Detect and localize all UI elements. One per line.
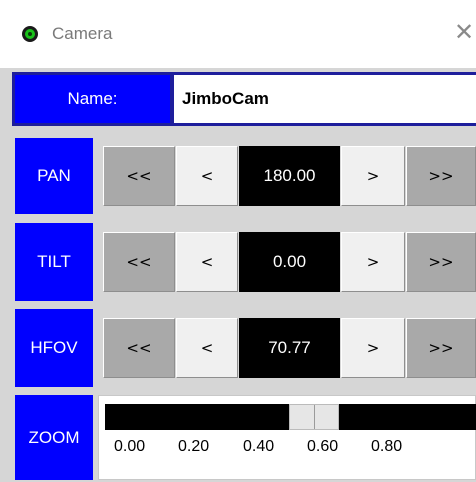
tilt-value: 0.00 [239, 232, 340, 292]
hfov-left-button[interactable]: < [176, 318, 238, 378]
name-label: Name: [15, 75, 170, 123]
camera-app-icon [22, 26, 38, 42]
pan-label: PAN [15, 138, 93, 214]
pan-left-button[interactable]: < [176, 146, 238, 206]
hfov-value: 70.77 [239, 318, 340, 378]
hfov-label: HFOV [15, 309, 93, 387]
hfov-right-button[interactable]: > [341, 318, 405, 378]
hfov-big-left-button[interactable]: << [103, 318, 175, 378]
pan-big-right-button[interactable]: >> [406, 146, 476, 206]
tilt-big-right-button[interactable]: >> [406, 232, 476, 292]
tilt-right-button[interactable]: > [341, 232, 405, 292]
tilt-label: TILT [15, 223, 93, 301]
title-bar: Camera ✕ [0, 0, 476, 68]
close-icon[interactable]: ✕ [454, 18, 474, 46]
zoom-tick-label: 0.60 [307, 438, 339, 455]
tilt-big-left-button[interactable]: << [103, 232, 175, 292]
tilt-left-button[interactable]: < [176, 232, 238, 292]
zoom-label: ZOOM [15, 395, 93, 480]
pan-right-button[interactable]: > [341, 146, 405, 206]
zoom-slider-thumb[interactable] [289, 404, 339, 430]
window-title: Camera [52, 24, 113, 43]
pan-big-left-button[interactable]: << [103, 146, 175, 206]
pan-value: 180.00 [239, 146, 340, 206]
zoom-tick-label: 0.40 [243, 438, 275, 455]
zoom-tick-label: 0.00 [114, 438, 146, 455]
hfov-big-right-button[interactable]: >> [406, 318, 476, 378]
zoom-tick-label: 0.20 [178, 438, 210, 455]
name-input[interactable] [174, 75, 476, 123]
zoom-tick-label: 0.80 [371, 438, 403, 455]
